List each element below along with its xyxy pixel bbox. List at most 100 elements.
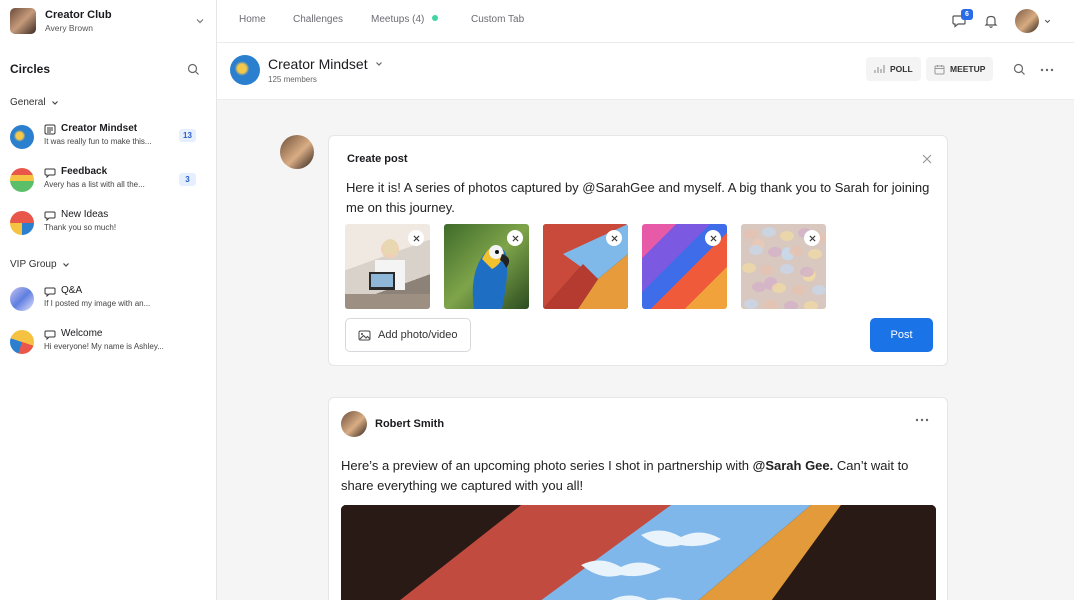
circle-title-dropdown[interactable]: Creator Mindset	[268, 56, 384, 72]
sidebar-item-label: Q&A	[61, 285, 83, 296]
more-icon[interactable]	[915, 418, 929, 422]
meetup-button[interactable]: MEETUP	[926, 57, 994, 81]
attachment-list	[345, 224, 826, 309]
tab-challenges[interactable]: Challenges	[293, 14, 343, 25]
post-body: Here’s a preview of an upcoming photo se…	[341, 456, 935, 496]
create-post-card: Create post Here it is! A series of phot…	[328, 135, 948, 366]
tab-meetups-label: Meetups (4)	[371, 14, 425, 25]
search-icon[interactable]	[1013, 63, 1026, 76]
sidebar-item-label: Welcome	[61, 328, 103, 339]
sidebar-item-preview: If I posted my image with an...	[44, 299, 151, 308]
remove-attachment-button[interactable]	[408, 230, 424, 246]
sidebar-item-feedback[interactable]: Feedback Avery has a list with all the..…	[10, 165, 206, 201]
club-user-name: Avery Brown	[45, 23, 94, 33]
close-icon	[412, 234, 420, 242]
feed-post: Robert Smith Here’s a preview of an upco…	[328, 397, 948, 600]
poll-button[interactable]: POLL	[866, 57, 921, 81]
create-post-title: Create post	[347, 153, 408, 165]
remove-attachment-button[interactable]	[804, 230, 820, 246]
chevron-down-icon	[1044, 19, 1051, 23]
post-text-input[interactable]: Here it is! A series of photos captured …	[346, 178, 936, 218]
bar-chart-icon	[874, 65, 885, 73]
circle-avatar	[230, 55, 260, 85]
page-title: Creator Mindset	[268, 56, 368, 72]
chat-bubble-icon	[44, 287, 56, 297]
circle-avatar	[10, 125, 34, 149]
club-name: Creator Club	[45, 9, 112, 21]
close-icon[interactable]	[921, 153, 933, 165]
circle-avatar	[10, 287, 34, 311]
remove-attachment-button[interactable]	[507, 230, 523, 246]
club-logo	[10, 8, 36, 34]
chevron-down-icon	[375, 62, 382, 66]
circle-avatar	[10, 330, 34, 354]
post-button[interactable]: Post	[870, 318, 933, 352]
sidebar-item-creator-mindset[interactable]: Creator Mindset It was really fun to mak…	[10, 122, 206, 158]
tab-custom[interactable]: Custom Tab	[471, 14, 524, 25]
remove-attachment-button[interactable]	[705, 230, 721, 246]
close-icon	[610, 234, 618, 242]
tab-home[interactable]: Home	[239, 14, 266, 25]
bell-icon[interactable]	[983, 13, 999, 29]
meetup-label: MEETUP	[950, 64, 986, 74]
chevron-down-icon	[62, 262, 69, 267]
member-count: 125 members	[268, 75, 317, 84]
circles-heading: Circles	[10, 62, 51, 76]
attachment-thumbnail[interactable]	[345, 224, 430, 309]
add-photo-video-button[interactable]: Add photo/video	[345, 318, 471, 352]
tab-meetups[interactable]: Meetups (4)	[371, 14, 439, 25]
photo-architecture-sky	[341, 505, 936, 600]
attachment-thumbnail[interactable]	[741, 224, 826, 309]
chat-bubble-icon	[44, 168, 56, 178]
message-count-badge: 6	[961, 9, 973, 20]
sidebar-item-new-ideas[interactable]: New Ideas Thank you so much!	[10, 208, 206, 244]
avatar	[280, 135, 314, 169]
post-author[interactable]: Robert Smith	[375, 418, 444, 430]
calendar-icon	[934, 64, 945, 74]
chat-bubble-icon	[44, 211, 56, 221]
close-icon	[511, 234, 519, 242]
sidebar-item-preview: Hi everyone! My name is Ashley...	[44, 342, 164, 351]
circle-avatar	[10, 168, 34, 192]
group-label: General	[10, 97, 46, 108]
sidebar-item-label: Feedback	[61, 166, 108, 177]
group-general[interactable]: General	[10, 97, 60, 108]
circle-header: Creator Mindset 125 members POLL MEETUP	[217, 43, 1074, 100]
avatar	[1015, 9, 1039, 33]
unread-badge: 3	[179, 173, 196, 186]
remove-attachment-button[interactable]	[606, 230, 622, 246]
more-icon[interactable]	[1040, 68, 1054, 72]
avatar[interactable]	[341, 411, 367, 437]
image-icon	[358, 330, 371, 340]
user-menu[interactable]	[1015, 9, 1052, 33]
sidebar: Creator Club Avery Brown Circles General…	[0, 0, 217, 600]
messages-button[interactable]: 6	[951, 9, 973, 29]
group-vip[interactable]: VIP Group	[10, 259, 71, 270]
post-feed-icon	[44, 124, 56, 134]
online-dot	[432, 15, 439, 21]
sidebar-item-preview: Thank you so much!	[44, 223, 117, 232]
close-icon	[808, 234, 816, 242]
chevron-down-icon[interactable]	[194, 15, 206, 27]
attachment-thumbnail[interactable]	[642, 224, 727, 309]
group-label: VIP Group	[10, 259, 57, 270]
poll-label: POLL	[890, 64, 913, 74]
post-mention[interactable]: @Sarah Gee.	[753, 458, 834, 473]
post-image[interactable]	[341, 505, 936, 600]
top-nav: Home Challenges Meetups (4) Custom Tab 6	[217, 0, 1074, 43]
sidebar-item-label: Creator Mindset	[61, 123, 138, 134]
chevron-down-icon	[51, 100, 58, 105]
sidebar-item-qa[interactable]: Q&A If I posted my image with an...	[10, 284, 206, 320]
unread-badge: 13	[179, 129, 196, 142]
attachment-thumbnail[interactable]	[543, 224, 628, 309]
add-photo-video-label: Add photo/video	[378, 329, 458, 341]
post-text-before: Here’s a preview of an upcoming photo se…	[341, 458, 753, 473]
club-switcher[interactable]: Creator Club Avery Brown	[10, 6, 206, 36]
circle-avatar	[10, 211, 34, 235]
sidebar-item-label: New Ideas	[61, 209, 109, 220]
chat-bubble-icon	[44, 330, 56, 340]
sidebar-item-welcome[interactable]: Welcome Hi everyone! My name is Ashley..…	[10, 327, 206, 363]
search-icon[interactable]	[187, 63, 200, 76]
attachment-thumbnail[interactable]	[444, 224, 529, 309]
close-icon	[709, 234, 717, 242]
